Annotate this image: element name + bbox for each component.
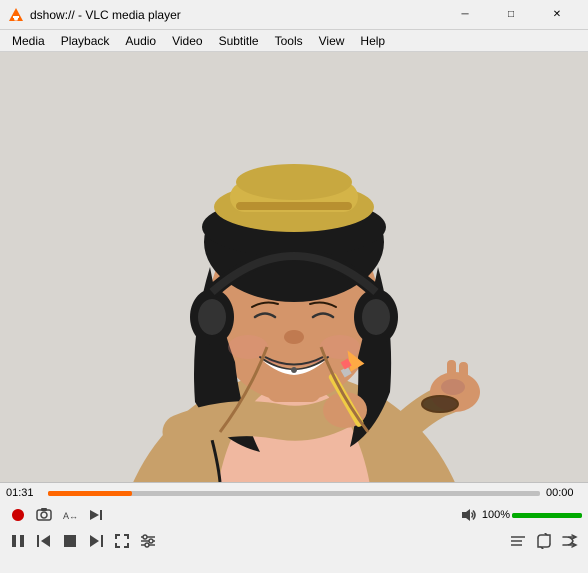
app-icon [8, 7, 24, 23]
ctrl-row-1: A↔B 100% [6, 503, 582, 527]
snapshot-button[interactable] [32, 503, 56, 527]
frame-next-button[interactable] [84, 503, 108, 527]
record-icon [12, 509, 24, 521]
video-area [0, 52, 588, 482]
timeline-row: 01:31 00:00 [6, 487, 582, 499]
skip-back-button[interactable] [32, 529, 56, 553]
ab-loop-icon: A↔B [62, 507, 78, 523]
menu-audio[interactable]: Audio [117, 30, 164, 52]
menu-video[interactable]: Video [164, 30, 210, 52]
time-total: 00:00 [546, 487, 582, 499]
title-bar: dshow:// - VLC media player ─ □ ✕ [0, 0, 588, 30]
volume-fill [512, 513, 582, 518]
menu-bar: Media Playback Audio Video Subtitle Tool… [0, 30, 588, 52]
minimize-button[interactable]: ─ [442, 0, 488, 30]
menu-subtitle[interactable]: Subtitle [211, 30, 267, 52]
fullscreen-button[interactable] [110, 529, 134, 553]
window-controls: ─ □ ✕ [442, 0, 580, 30]
skip-forward-button[interactable] [84, 529, 108, 553]
record-button[interactable] [6, 503, 30, 527]
extended-button[interactable] [136, 529, 160, 553]
svg-text:A↔B: A↔B [63, 511, 78, 521]
shuffle-icon [562, 533, 578, 549]
playlist-button[interactable] [506, 529, 530, 553]
window-title: dshow:// - VLC media player [30, 8, 442, 22]
playlist-icon [510, 533, 526, 549]
fullscreen-icon [114, 533, 130, 549]
maximize-button[interactable]: □ [488, 0, 534, 30]
menu-view[interactable]: View [311, 30, 353, 52]
loop-button[interactable] [532, 529, 556, 553]
skip-forward-icon [88, 533, 104, 549]
timeline-track[interactable] [48, 491, 540, 496]
ab-loop-button[interactable]: A↔B [58, 503, 82, 527]
snapshot-icon [36, 507, 52, 523]
volume-button[interactable] [456, 503, 480, 527]
shuffle-button[interactable] [558, 529, 582, 553]
timeline-progress [48, 491, 132, 496]
menu-media[interactable]: Media [4, 30, 53, 52]
pause-icon [10, 533, 26, 549]
close-button[interactable]: ✕ [534, 0, 580, 30]
volume-percent: 100% [482, 509, 510, 521]
menu-playback[interactable]: Playback [53, 30, 118, 52]
frame-next-icon [88, 507, 104, 523]
stop-button[interactable] [58, 529, 82, 553]
volume-icon [460, 507, 476, 523]
stop-icon [62, 533, 78, 549]
menu-help[interactable]: Help [352, 30, 393, 52]
pause-button[interactable] [6, 529, 30, 553]
volume-track[interactable] [512, 513, 582, 518]
video-content [0, 52, 588, 482]
ctrl-row-2 [6, 529, 582, 553]
skip-back-icon [36, 533, 52, 549]
controls-area: 01:31 00:00 A↔B [0, 482, 588, 557]
loop-icon [536, 533, 552, 549]
menu-tools[interactable]: Tools [267, 30, 311, 52]
time-current: 01:31 [6, 487, 42, 499]
extended-icon [140, 533, 156, 549]
